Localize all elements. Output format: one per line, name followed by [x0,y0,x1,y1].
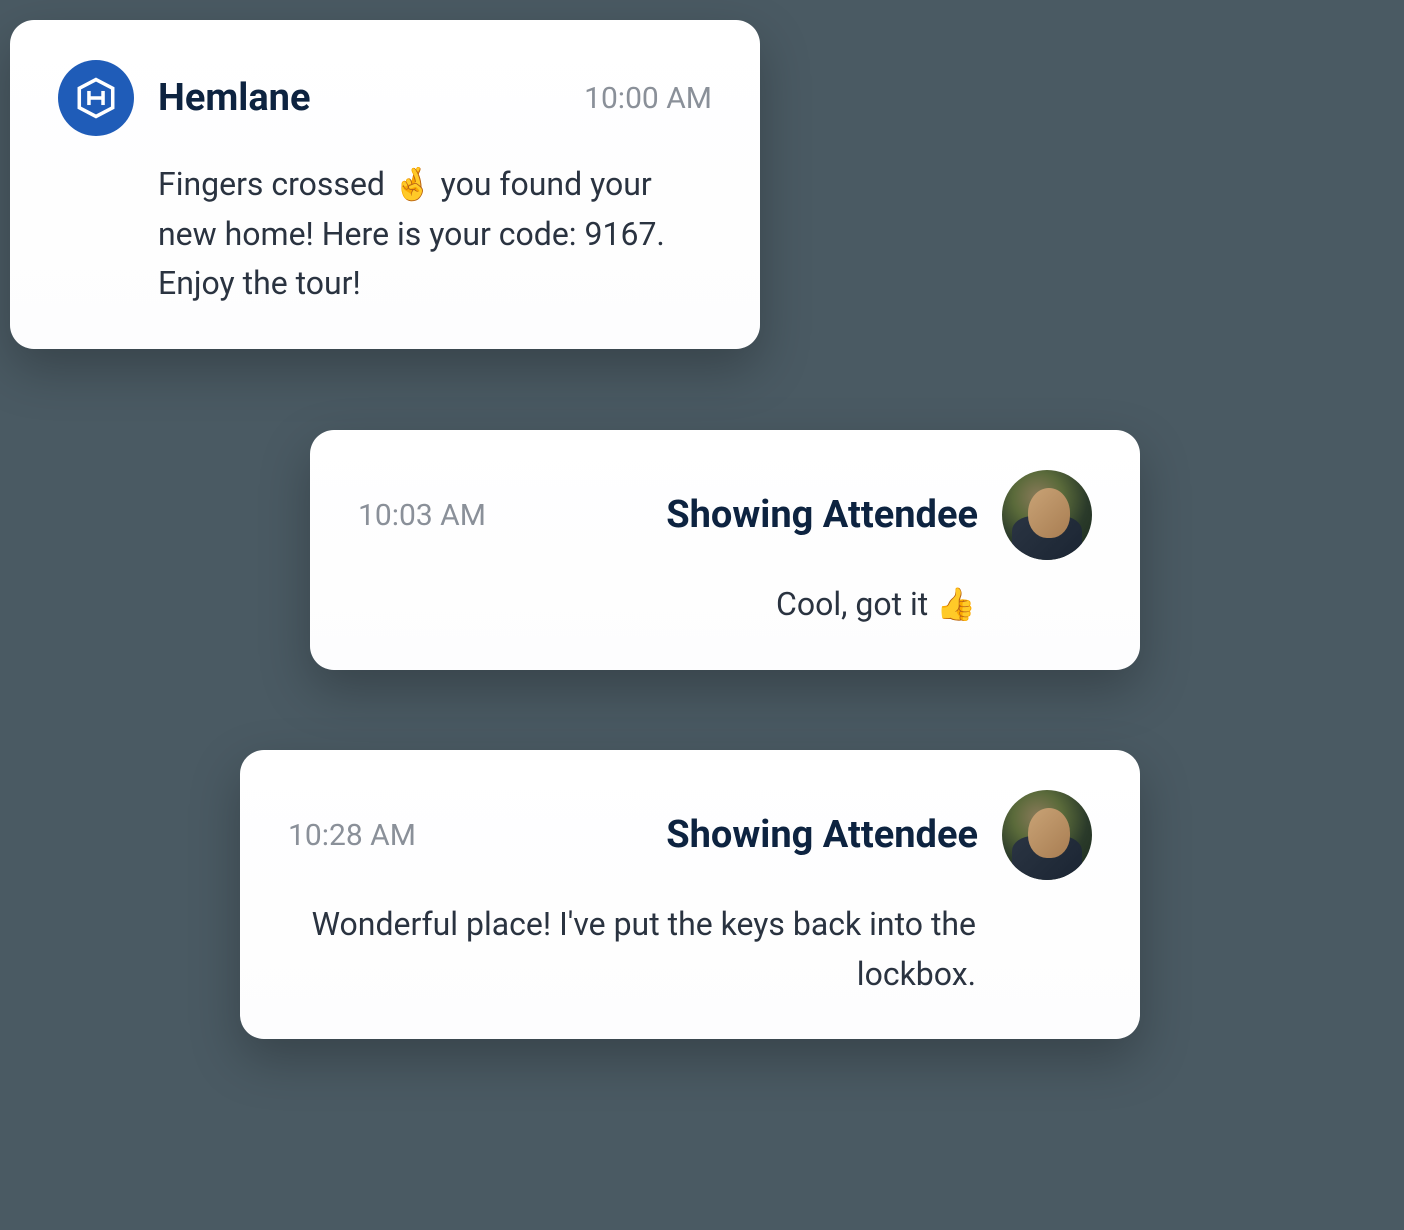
attendee-avatar-icon [1002,470,1092,560]
message-card: Hemlane 10:00 AM Fingers crossed 🤞 you f… [10,20,760,349]
message-header: 10:28 AM Showing Attendee [288,790,1092,880]
message-body: Wonderful place! I've put the keys back … [288,900,976,999]
message-card: 10:28 AM Showing Attendee Wonderful plac… [240,750,1140,1039]
message-body: Fingers crossed 🤞 you found your new hom… [158,160,712,309]
message-body: Cool, got it 👍 [358,580,976,630]
timestamp: 10:28 AM [288,818,416,853]
hemlane-logo-icon [58,60,134,136]
message-card: 10:03 AM Showing Attendee Cool, got it 👍 [310,430,1140,670]
sender-name: Hemlane [158,76,310,120]
sender-name: Showing Attendee [518,493,978,537]
timestamp: 10:03 AM [358,498,486,533]
timestamp: 10:00 AM [584,81,712,116]
message-header: Hemlane 10:00 AM [58,60,712,136]
attendee-avatar-icon [1002,790,1092,880]
message-header: 10:03 AM Showing Attendee [358,470,1092,560]
sender-name: Showing Attendee [448,813,978,857]
hexagon-h-icon [74,76,118,120]
